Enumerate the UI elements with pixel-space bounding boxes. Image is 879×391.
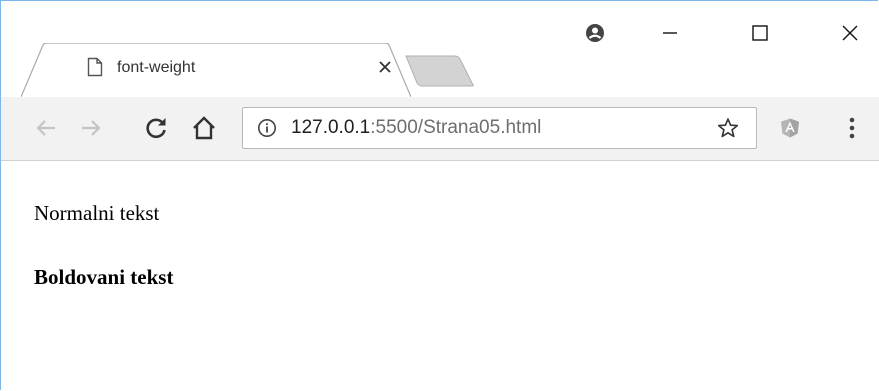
window-close-icon[interactable]	[827, 15, 873, 51]
bold-text-paragraph: Boldovani tekst	[34, 265, 174, 289]
angular-extension-icon[interactable]	[779, 117, 801, 139]
address-bar[interactable]: 127.0.0.1:5500/Strana05.html	[242, 107, 757, 149]
home-icon[interactable]	[189, 113, 219, 143]
reload-icon[interactable]	[141, 113, 171, 143]
maximize-icon[interactable]	[737, 15, 783, 51]
page-content: Normalni tekst Boldovani tekst	[1, 161, 879, 391]
profile-icon[interactable]	[585, 23, 605, 43]
tab-shape	[21, 43, 411, 97]
back-icon[interactable]	[31, 113, 61, 143]
info-icon[interactable]	[257, 118, 277, 138]
browser-window: font-weight 127.0.0.1:5500/Strana05.html…	[0, 0, 879, 391]
kebab-menu-icon[interactable]	[847, 115, 857, 141]
address-url[interactable]: 127.0.0.1:5500/Strana05.html	[291, 117, 541, 139]
normal-text-paragraph: Normalni tekst	[34, 201, 160, 225]
new-tab-icon[interactable]	[405, 55, 475, 87]
minimize-icon[interactable]	[647, 15, 693, 51]
url-host: 127.0.0.1	[291, 117, 371, 138]
page-icon	[87, 57, 103, 77]
url-path: :5500/Strana05.html	[370, 117, 542, 138]
tab-font-weight[interactable]: font-weight	[21, 43, 411, 97]
browser-toolbar: 127.0.0.1:5500/Strana05.html	[1, 97, 879, 161]
tab-strip: font-weight	[1, 1, 879, 97]
forward-icon[interactable]	[76, 113, 106, 143]
star-icon[interactable]	[717, 117, 739, 139]
tab-title: font-weight	[117, 59, 196, 76]
close-icon[interactable]	[377, 59, 393, 75]
